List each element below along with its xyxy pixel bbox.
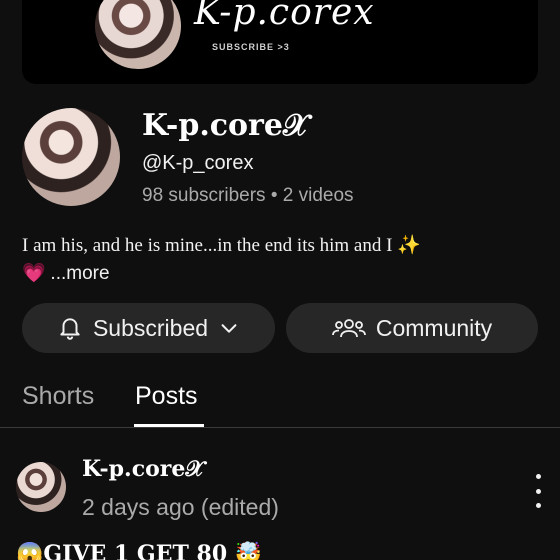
subscribed-label: Subscribed: [92, 314, 209, 341]
people-icon: [331, 315, 366, 341]
meta-separator: •: [270, 185, 278, 206]
community-button[interactable]: Community: [286, 303, 538, 353]
channel-handle: @K-p_corex: [142, 152, 254, 174]
community-label: Community: [375, 314, 493, 341]
chevron-down-icon: [218, 317, 240, 339]
channel-description[interactable]: I am his, and he is mine...in the end it…: [22, 232, 542, 288]
channel-avatar[interactable]: [22, 108, 120, 206]
post-author-avatar[interactable]: [16, 462, 66, 512]
post-text: 😱GIVE 1 GET 80 🤯: [16, 541, 263, 560]
bell-icon: [57, 315, 83, 341]
post-timestamp: 2 days ago (edited): [82, 494, 279, 520]
channel-meta: 98 subscribers • 2 videos: [142, 185, 354, 207]
subscribed-button[interactable]: Subscribed: [22, 303, 275, 353]
post-author-name[interactable]: K-p.core𝒳: [82, 456, 204, 482]
channel-banner: K-p.corex SUBSCRIBE >3: [22, 0, 538, 84]
banner-avatar-image: [92, 0, 184, 72]
banner-subtitle: SUBSCRIBE >3: [212, 42, 290, 52]
more-link[interactable]: ...more: [50, 263, 109, 284]
subscriber-count: 98 subscribers: [142, 185, 266, 206]
more-options-icon[interactable]: [531, 474, 545, 508]
banner-title: K-p.corex: [194, 0, 375, 33]
heart-emoji: 💗: [22, 263, 46, 284]
tab-shorts[interactable]: Shorts: [22, 382, 94, 411]
tabs-divider: [0, 427, 560, 428]
tab-posts[interactable]: Posts: [135, 382, 198, 411]
video-count: 2 videos: [282, 185, 354, 206]
description-text: I am his, and he is mine...in the end it…: [22, 235, 421, 256]
channel-name: K-p.core𝒳: [142, 108, 309, 143]
